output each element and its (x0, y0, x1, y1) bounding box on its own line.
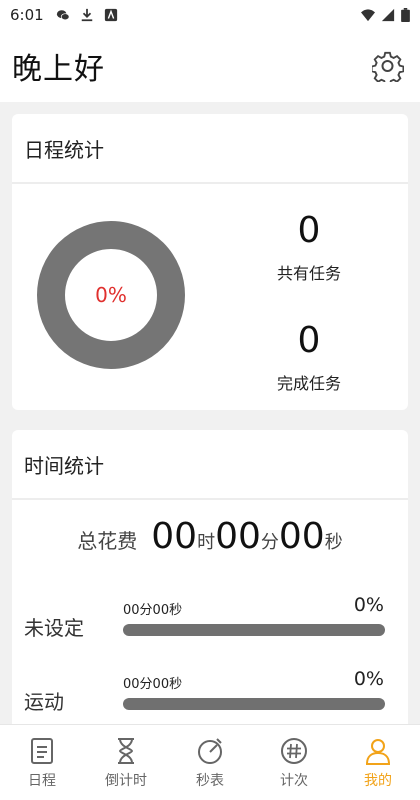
user-profile-icon (365, 738, 391, 765)
tab-label: 日程 (28, 772, 56, 789)
completion-percent: 0% (95, 283, 127, 307)
category-name: 运动 (24, 690, 64, 714)
category-name: 未设定 (24, 616, 84, 640)
app-notification-icon (104, 8, 117, 22)
tab-schedule[interactable]: 日程 (0, 725, 84, 800)
hourglass-icon (118, 737, 134, 764)
time-stats-title: 时间统计 (12, 430, 408, 500)
wifi-icon (361, 9, 375, 22)
schedule-stats-card: 日程统计 0% 0 共有任务 0 完成任务 (12, 114, 408, 410)
category-time: 00分00秒 (123, 603, 183, 618)
tab-profile[interactable]: 我的 (336, 725, 420, 800)
status-bar: 6:01 (0, 0, 420, 30)
category-row: 未设定 00分00秒 0% (12, 592, 408, 652)
main-content[interactable]: 日程统计 0% 0 共有任务 0 完成任务 时间统计 总花费 00 时 00 分… (0, 102, 420, 724)
category-percent: 0% (353, 594, 384, 616)
bottom-tab-bar: 日程 倒计时 秒表 计次 我的 (0, 724, 420, 800)
wechat-icon (56, 10, 70, 21)
tab-label: 秒表 (196, 772, 224, 789)
notification-icons (56, 8, 118, 22)
status-time: 6:01 (10, 6, 44, 24)
time-stats-card: 时间统计 总花费 00 时 00 分 00 秒 未设定 00分00秒 0% 运动… (12, 430, 408, 724)
stopwatch-icon (198, 737, 222, 764)
tab-countdown[interactable]: 倒计时 (84, 725, 168, 800)
done-tasks-label: 完成任务 (276, 374, 341, 393)
total-tasks-stat: 0 共有任务 (256, 210, 362, 284)
category-progress-bar (123, 698, 385, 710)
total-tasks-count: 0 (297, 210, 321, 251)
system-icons (361, 8, 410, 22)
tab-counter[interactable]: 计次 (252, 725, 336, 800)
tab-label: 我的 (364, 772, 392, 789)
download-icon (81, 8, 92, 22)
seconds-unit: 秒 (324, 532, 343, 553)
hash-count-icon (281, 737, 307, 764)
total-time-row: 总花费 00 时 00 分 00 秒 (12, 516, 408, 557)
done-tasks-count: 0 (297, 320, 321, 361)
signal-icon (381, 8, 395, 22)
top-header: 晚上好 (0, 30, 420, 102)
tab-label: 计次 (280, 772, 308, 789)
total-minutes: 00 (215, 516, 261, 557)
settings-button[interactable] (368, 46, 408, 86)
minutes-unit: 分 (260, 532, 279, 553)
category-percent: 0% (353, 668, 384, 690)
battery-icon (401, 8, 410, 22)
total-tasks-label: 共有任务 (276, 264, 341, 283)
category-progress-bar (123, 624, 385, 636)
tab-stopwatch[interactable]: 秒表 (168, 725, 252, 800)
schedule-list-icon (31, 737, 53, 764)
category-time: 00分00秒 (123, 677, 183, 692)
greeting-title: 晚上好 (12, 52, 105, 87)
tab-label: 倒计时 (105, 772, 147, 789)
total-hours: 00 (151, 516, 198, 557)
hours-unit: 时 (197, 532, 216, 553)
total-seconds: 00 (278, 516, 325, 557)
schedule-stats-title: 日程统计 (12, 114, 408, 184)
total-time-label: 总花费 (77, 529, 138, 553)
gear-icon (372, 51, 404, 82)
done-tasks-stat: 0 完成任务 (256, 320, 362, 394)
category-row: 运动 00分00秒 0% (12, 666, 408, 724)
completion-donut: 0% (36, 220, 186, 370)
